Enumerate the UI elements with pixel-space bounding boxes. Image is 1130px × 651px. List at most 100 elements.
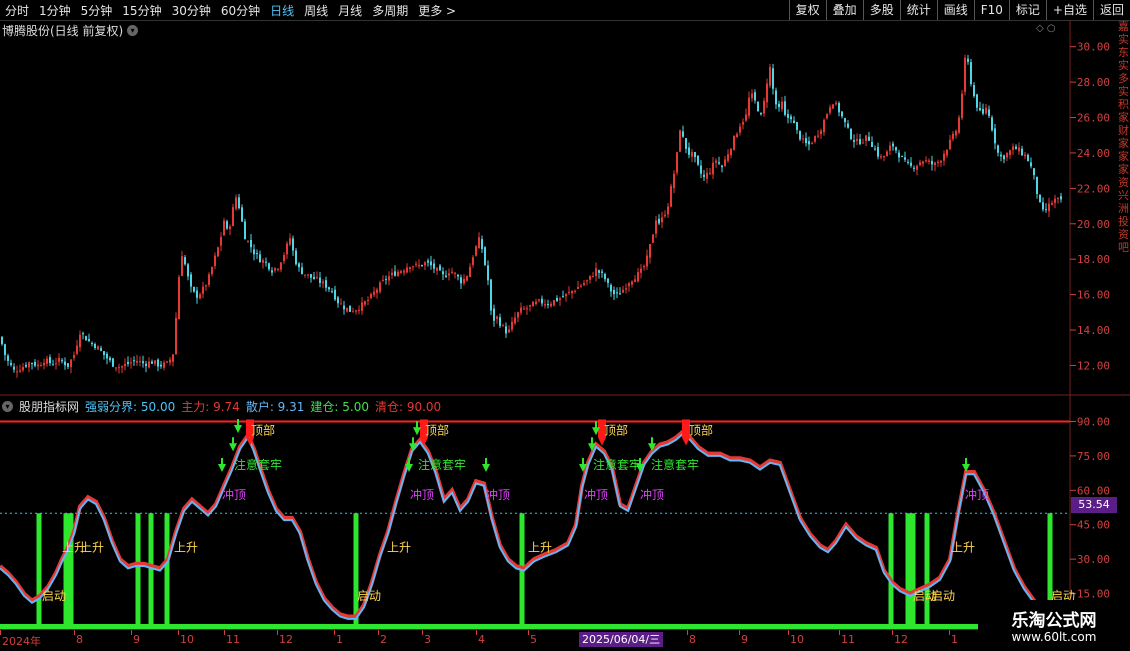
candle-body (79, 334, 81, 348)
candle-body (301, 267, 303, 275)
candle-body (844, 118, 846, 123)
y-tick-label: 60.00 (1077, 484, 1110, 497)
toolbar-button[interactable]: 返回 (1092, 0, 1130, 20)
candle-body (847, 123, 849, 128)
candle-body (310, 274, 312, 278)
period-tab[interactable]: 1分钟 (34, 2, 76, 19)
candle-body (904, 157, 906, 160)
candle-body (43, 362, 45, 366)
x-tick-mark (892, 630, 893, 635)
candle-body (691, 151, 693, 157)
toolbar-button[interactable]: 统计 (899, 0, 937, 20)
period-tab[interactable]: 月线 (333, 2, 367, 19)
diamond-icons[interactable]: ◇ ○ (1036, 23, 1056, 34)
candle-body (454, 272, 456, 274)
candle-body (655, 220, 657, 234)
candle-body (283, 255, 285, 262)
candle-body (925, 160, 927, 162)
candle-body (631, 281, 633, 285)
period-tab[interactable]: 5分钟 (76, 2, 118, 19)
candle-body (544, 304, 546, 306)
signal-bar (36, 513, 42, 628)
toolbar-button[interactable]: 多股 (862, 0, 900, 20)
candle-body (760, 112, 762, 115)
indicator-param: 散户: 9.31 (245, 400, 305, 414)
watermark: 乐淘公式网 www.60lt.com (978, 600, 1130, 650)
candle-body (10, 362, 12, 366)
candle-body (736, 134, 738, 138)
toolbar-button[interactable]: 复权 (788, 0, 826, 20)
candle-body (196, 290, 198, 298)
candle-body (646, 255, 648, 267)
x-tick-mark (224, 630, 225, 635)
toolbar-button[interactable]: 标记 (1008, 0, 1046, 20)
candle-body (349, 305, 351, 312)
chevron-down-icon[interactable]: ▾ (2, 401, 13, 412)
candle-body (1039, 194, 1041, 203)
candle-body (652, 234, 654, 243)
candle-body (814, 136, 816, 142)
candle-body (46, 358, 48, 364)
period-tab[interactable]: 多周期 (367, 2, 413, 19)
candle-body (511, 321, 513, 330)
candle-body (274, 267, 276, 271)
candle-body (322, 281, 324, 284)
x-tick-mark (949, 630, 950, 635)
candle-body (226, 221, 228, 229)
candle-body (478, 237, 480, 249)
x-tick-mark (788, 630, 789, 635)
candle-body (871, 141, 873, 148)
candle-body (670, 185, 672, 207)
period-tab[interactable]: 周线 (299, 2, 333, 19)
candle-body (103, 351, 105, 355)
candle-body (439, 265, 441, 271)
candle-body (520, 307, 522, 313)
toolbar-button[interactable]: F10 (973, 0, 1009, 20)
candle-body (895, 147, 897, 151)
candle-body (964, 57, 966, 92)
candle-body (313, 276, 315, 280)
candle-body (757, 102, 759, 112)
toolbar-button[interactable]: 画线 (936, 0, 974, 20)
signal-bar (924, 513, 930, 628)
candle-body (877, 146, 879, 157)
candle-body (583, 283, 585, 285)
y-tick-label: 16.00 (1077, 289, 1110, 302)
x-tick-label: 12 (894, 633, 908, 646)
signal-label: 冲顶 (222, 487, 246, 502)
candle-body (94, 343, 96, 348)
toolbar-button[interactable]: +自选 (1045, 0, 1093, 20)
toolbar-button[interactable]: 叠加 (825, 0, 863, 20)
chevron-down-icon[interactable]: ▾ (127, 25, 139, 36)
candle-body (700, 165, 702, 174)
period-tab[interactable]: 30分钟 (167, 2, 216, 19)
period-tab[interactable]: 日线 (265, 2, 299, 19)
period-tab[interactable]: 15分钟 (117, 2, 166, 19)
candle-body (715, 160, 717, 163)
period-tab[interactable]: 分时 (0, 2, 34, 19)
candle-body (7, 355, 9, 361)
y-tick-label: 14.00 (1077, 324, 1110, 337)
candle-body (70, 359, 72, 368)
candle-body (238, 197, 240, 209)
candle-body (280, 262, 282, 270)
period-tab[interactable]: 60分钟 (216, 2, 265, 19)
indicator-param: 强弱分界: 50.00 (85, 400, 176, 414)
candle-body (535, 301, 537, 304)
candle-body (253, 249, 255, 255)
candle-body (1030, 162, 1032, 167)
candle-body (427, 260, 429, 263)
candle-body (568, 291, 570, 293)
candle-body (724, 159, 726, 167)
candle-body (484, 247, 486, 265)
x-tick-mark (0, 630, 1, 635)
candle-body (436, 267, 438, 271)
candle-body (184, 257, 186, 265)
signal-bar (905, 513, 911, 628)
candle-body (406, 267, 408, 273)
candle-body (247, 240, 249, 242)
side-text-strip: 嘉实东实多实积家财家家家资兴洲投资吧 (1118, 20, 1129, 254)
candle-body (793, 120, 795, 124)
x-tick-label: 1 (951, 633, 958, 646)
period-tab[interactable]: 更多 > (413, 2, 461, 19)
